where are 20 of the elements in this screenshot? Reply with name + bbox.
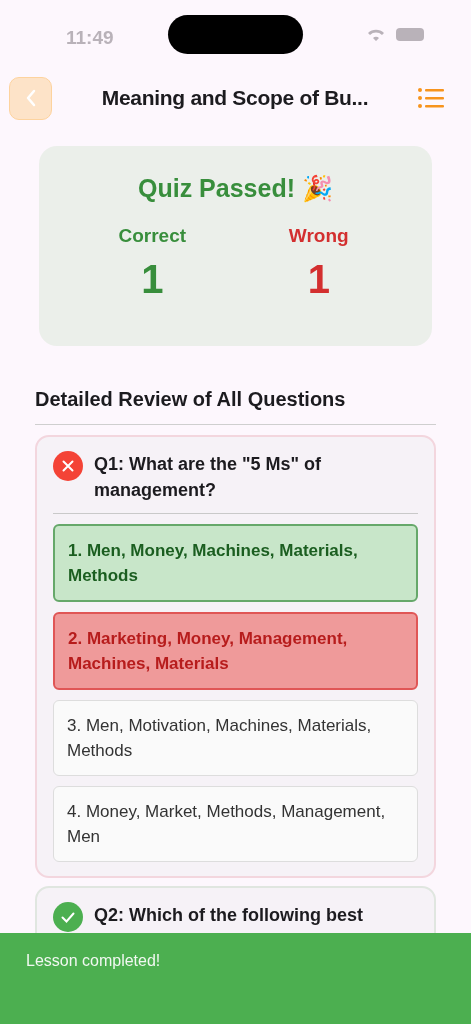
- page-title: Meaning and Scope of Bu...: [101, 85, 369, 112]
- wrong-label: Wrong: [288, 223, 349, 248]
- battery-icon: [396, 28, 424, 41]
- answer-option: 3. Men, Motivation, Machines, Materials, Methods: [53, 700, 418, 776]
- wifi-icon: [366, 28, 386, 42]
- answer-option: 2. Marketing, Money, Management, Machines, Materials: [53, 612, 418, 690]
- toast-message: Lesson completed!: [26, 952, 161, 969]
- question-text: Q1: What are the "5 Ms" of management?: [94, 453, 323, 502]
- correct-count: 1: [141, 256, 164, 303]
- correct-label: Correct: [118, 223, 187, 248]
- question-text: Q2: Which of the following best: [94, 904, 364, 927]
- back-icon: [24, 89, 37, 107]
- status-time: 11:49: [66, 26, 114, 50]
- wrong-count: 1: [307, 256, 330, 303]
- back-button[interactable]: [9, 76, 52, 120]
- answer-option: 1. Men, Money, Machines, Materials, Methods: [53, 524, 418, 602]
- list-icon[interactable]: [418, 88, 444, 108]
- answer-option: 4. Money, Market, Methods, Management, Men: [53, 786, 418, 862]
- section-heading: Detailed Review of All Questions: [35, 388, 346, 410]
- quiz-result-title: Quiz Passed! 🎉: [138, 173, 333, 205]
